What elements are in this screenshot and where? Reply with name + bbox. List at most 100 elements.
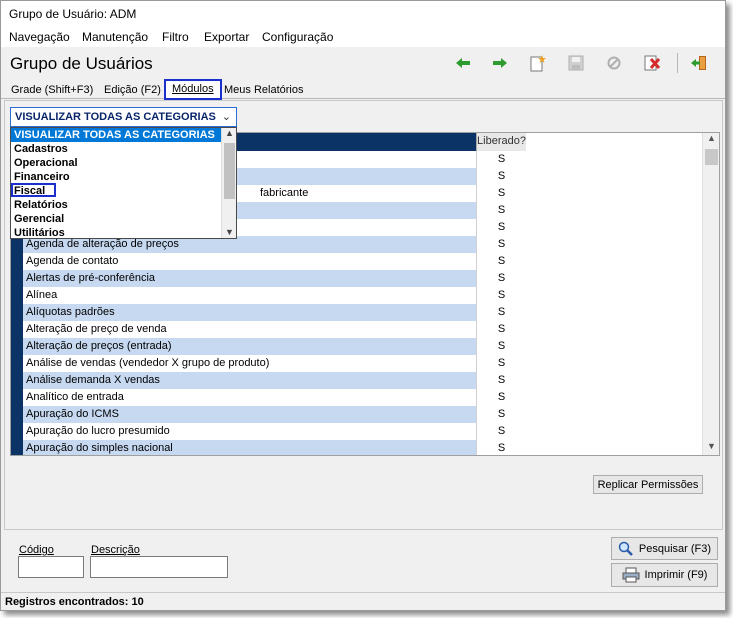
tab-modulos-label: Módulos — [172, 83, 214, 95]
header-bar: Grupo de Usuários — [1, 47, 725, 79]
dropdown-scroll-down-icon[interactable]: ▼ — [222, 227, 237, 237]
menu-navegacao[interactable]: Navegação — [9, 30, 70, 44]
cancel-icon[interactable] — [604, 53, 624, 73]
module-name-cell: Apuração do simples nacional — [23, 440, 476, 455]
scroll-up-icon[interactable]: ▲ — [703, 133, 719, 147]
category-select-value: VISUALIZAR TODAS AS CATEGORIAS — [15, 111, 216, 123]
liberado-cell[interactable]: S — [476, 287, 526, 304]
liberado-cell[interactable]: S — [476, 168, 526, 185]
table-row[interactable]: Alteração de preços (entrada) S — [11, 338, 526, 355]
category-option-relatorios[interactable]: Relatórios — [11, 198, 221, 212]
table-row[interactable]: Alíquotas padrões S — [11, 304, 526, 321]
table-row[interactable]: Apuração do simples nacional S — [11, 440, 526, 455]
column-header-liberado[interactable]: Liberado? — [476, 133, 526, 151]
tab-grade[interactable]: Grade (Shift+F3) — [8, 82, 96, 99]
row-indicator — [11, 423, 23, 440]
codigo-input[interactable] — [18, 556, 84, 578]
dropdown-scrollbar[interactable]: ▲ ▼ — [221, 128, 236, 238]
menu-filtro[interactable]: Filtro — [162, 30, 189, 44]
scroll-thumb[interactable] — [705, 149, 718, 165]
dropdown-scroll-thumb[interactable] — [224, 143, 235, 199]
table-row[interactable]: Análise de vendas (vendedor X grupo de p… — [11, 355, 526, 372]
category-option-cadastros[interactable]: Cadastros — [11, 142, 221, 156]
row-indicator — [11, 287, 23, 304]
liberado-cell[interactable]: S — [476, 270, 526, 287]
chevron-down-icon: ⌄ — [221, 111, 231, 123]
arrow-left-icon[interactable] — [453, 53, 473, 73]
replicar-permissoes-button[interactable]: Replicar Permissões — [593, 475, 703, 494]
category-option-utilitarios[interactable]: Utilitários — [11, 226, 221, 240]
row-indicator — [11, 253, 23, 270]
scroll-down-icon[interactable]: ▼ — [703, 441, 719, 455]
filter-area: Código Descrição Pesquisar (F3) Imprimir… — [1, 531, 725, 591]
module-name-cell: Apuração do lucro presumido — [23, 423, 476, 440]
grid-scrollbar[interactable]: ▲ ▼ — [702, 133, 719, 455]
menu-exportar[interactable]: Exportar — [204, 30, 249, 44]
table-row[interactable]: Alínea S — [11, 287, 526, 304]
liberado-cell[interactable]: S — [476, 372, 526, 389]
table-row[interactable]: Apuração do lucro presumido S — [11, 423, 526, 440]
category-select[interactable]: VISUALIZAR TODAS AS CATEGORIAS ⌄ — [10, 107, 237, 127]
pesquisar-button[interactable]: Pesquisar (F3) — [611, 537, 718, 560]
liberado-cell[interactable]: S — [476, 236, 526, 253]
tab-bar: Grade (Shift+F3) Edição (F2) Módulos Meu… — [1, 79, 725, 100]
menu-manutencao[interactable]: Manutenção — [82, 30, 148, 44]
table-row[interactable]: Agenda de contato S — [11, 253, 526, 270]
table-row[interactable]: Analítico de entrada S — [11, 389, 526, 406]
module-name-cell: Análise de vendas (vendedor X grupo de p… — [23, 355, 476, 372]
category-option-todas[interactable]: VISUALIZAR TODAS AS CATEGORIAS — [11, 128, 221, 142]
dropdown-scroll-up-icon[interactable]: ▲ — [222, 128, 237, 138]
magnifier-icon — [618, 541, 633, 556]
liberado-cell[interactable]: S — [476, 202, 526, 219]
modules-panel: VISUALIZAR TODAS AS CATEGORIAS ⌄ Liberad… — [4, 100, 723, 530]
liberado-cell[interactable]: S — [476, 423, 526, 440]
imprimir-button[interactable]: Imprimir (F9) — [611, 563, 718, 587]
liberado-cell[interactable]: S — [476, 151, 526, 168]
liberado-cell[interactable]: S — [476, 253, 526, 270]
liberado-cell[interactable]: S — [476, 219, 526, 236]
category-option-fiscal[interactable]: Fiscal — [11, 183, 56, 197]
descricao-label-text: Descrição — [91, 544, 140, 556]
category-option-gerencial[interactable]: Gerencial — [11, 212, 221, 226]
tab-modulos[interactable]: Módulos — [164, 79, 222, 100]
table-row[interactable]: Análise demanda X vendas S — [11, 372, 526, 389]
liberado-cell[interactable]: S — [476, 389, 526, 406]
module-name-cell: Análise demanda X vendas — [23, 372, 476, 389]
module-name-cell: Alteração de preços (entrada) — [23, 338, 476, 355]
printer-icon — [622, 567, 640, 583]
liberado-cell[interactable]: S — [476, 304, 526, 321]
delete-icon[interactable] — [642, 53, 662, 73]
imprimir-label: Imprimir (F9) — [644, 569, 708, 581]
exit-icon[interactable] — [689, 53, 709, 73]
table-row[interactable]: Alertas de pré-conferência S — [11, 270, 526, 287]
row-indicator — [11, 440, 23, 455]
row-indicator — [11, 304, 23, 321]
main-window: Grupo de Usuário: ADM Navegação Manutenç… — [0, 0, 726, 611]
save-icon[interactable] — [566, 53, 586, 73]
liberado-cell[interactable]: S — [476, 321, 526, 338]
page-title: Grupo de Usuários — [10, 54, 153, 73]
liberado-cell[interactable]: S — [476, 185, 526, 202]
liberado-cell[interactable]: S — [476, 355, 526, 372]
arrow-right-icon[interactable] — [490, 53, 510, 73]
module-name-cell: Alertas de pré-conferência — [23, 270, 476, 287]
liberado-cell[interactable]: S — [476, 406, 526, 423]
module-name-cell: Analítico de entrada — [23, 389, 476, 406]
codigo-label-text: Código — [19, 544, 54, 556]
category-dropdown-list: VISUALIZAR TODAS AS CATEGORIAS Cadastros… — [10, 127, 237, 239]
table-row[interactable]: Apuração do ICMS S — [11, 406, 526, 423]
table-row[interactable]: Alteração de preço de venda S — [11, 321, 526, 338]
new-document-icon[interactable] — [528, 53, 548, 73]
liberado-cell[interactable]: S — [476, 440, 526, 455]
toolbar-separator — [677, 53, 678, 73]
row-indicator — [11, 321, 23, 338]
row-indicator — [11, 338, 23, 355]
category-option-operacional[interactable]: Operacional — [11, 156, 221, 170]
tab-meus-relatorios[interactable]: Meus Relatórios — [221, 82, 306, 99]
module-name-cell: Apuração do ICMS — [23, 406, 476, 423]
category-option-financeiro[interactable]: Financeiro — [11, 170, 221, 184]
tab-edicao[interactable]: Edição (F2) — [101, 82, 164, 99]
liberado-cell[interactable]: S — [476, 338, 526, 355]
menu-configuracao[interactable]: Configuração — [262, 30, 333, 44]
descricao-input[interactable] — [90, 556, 228, 578]
